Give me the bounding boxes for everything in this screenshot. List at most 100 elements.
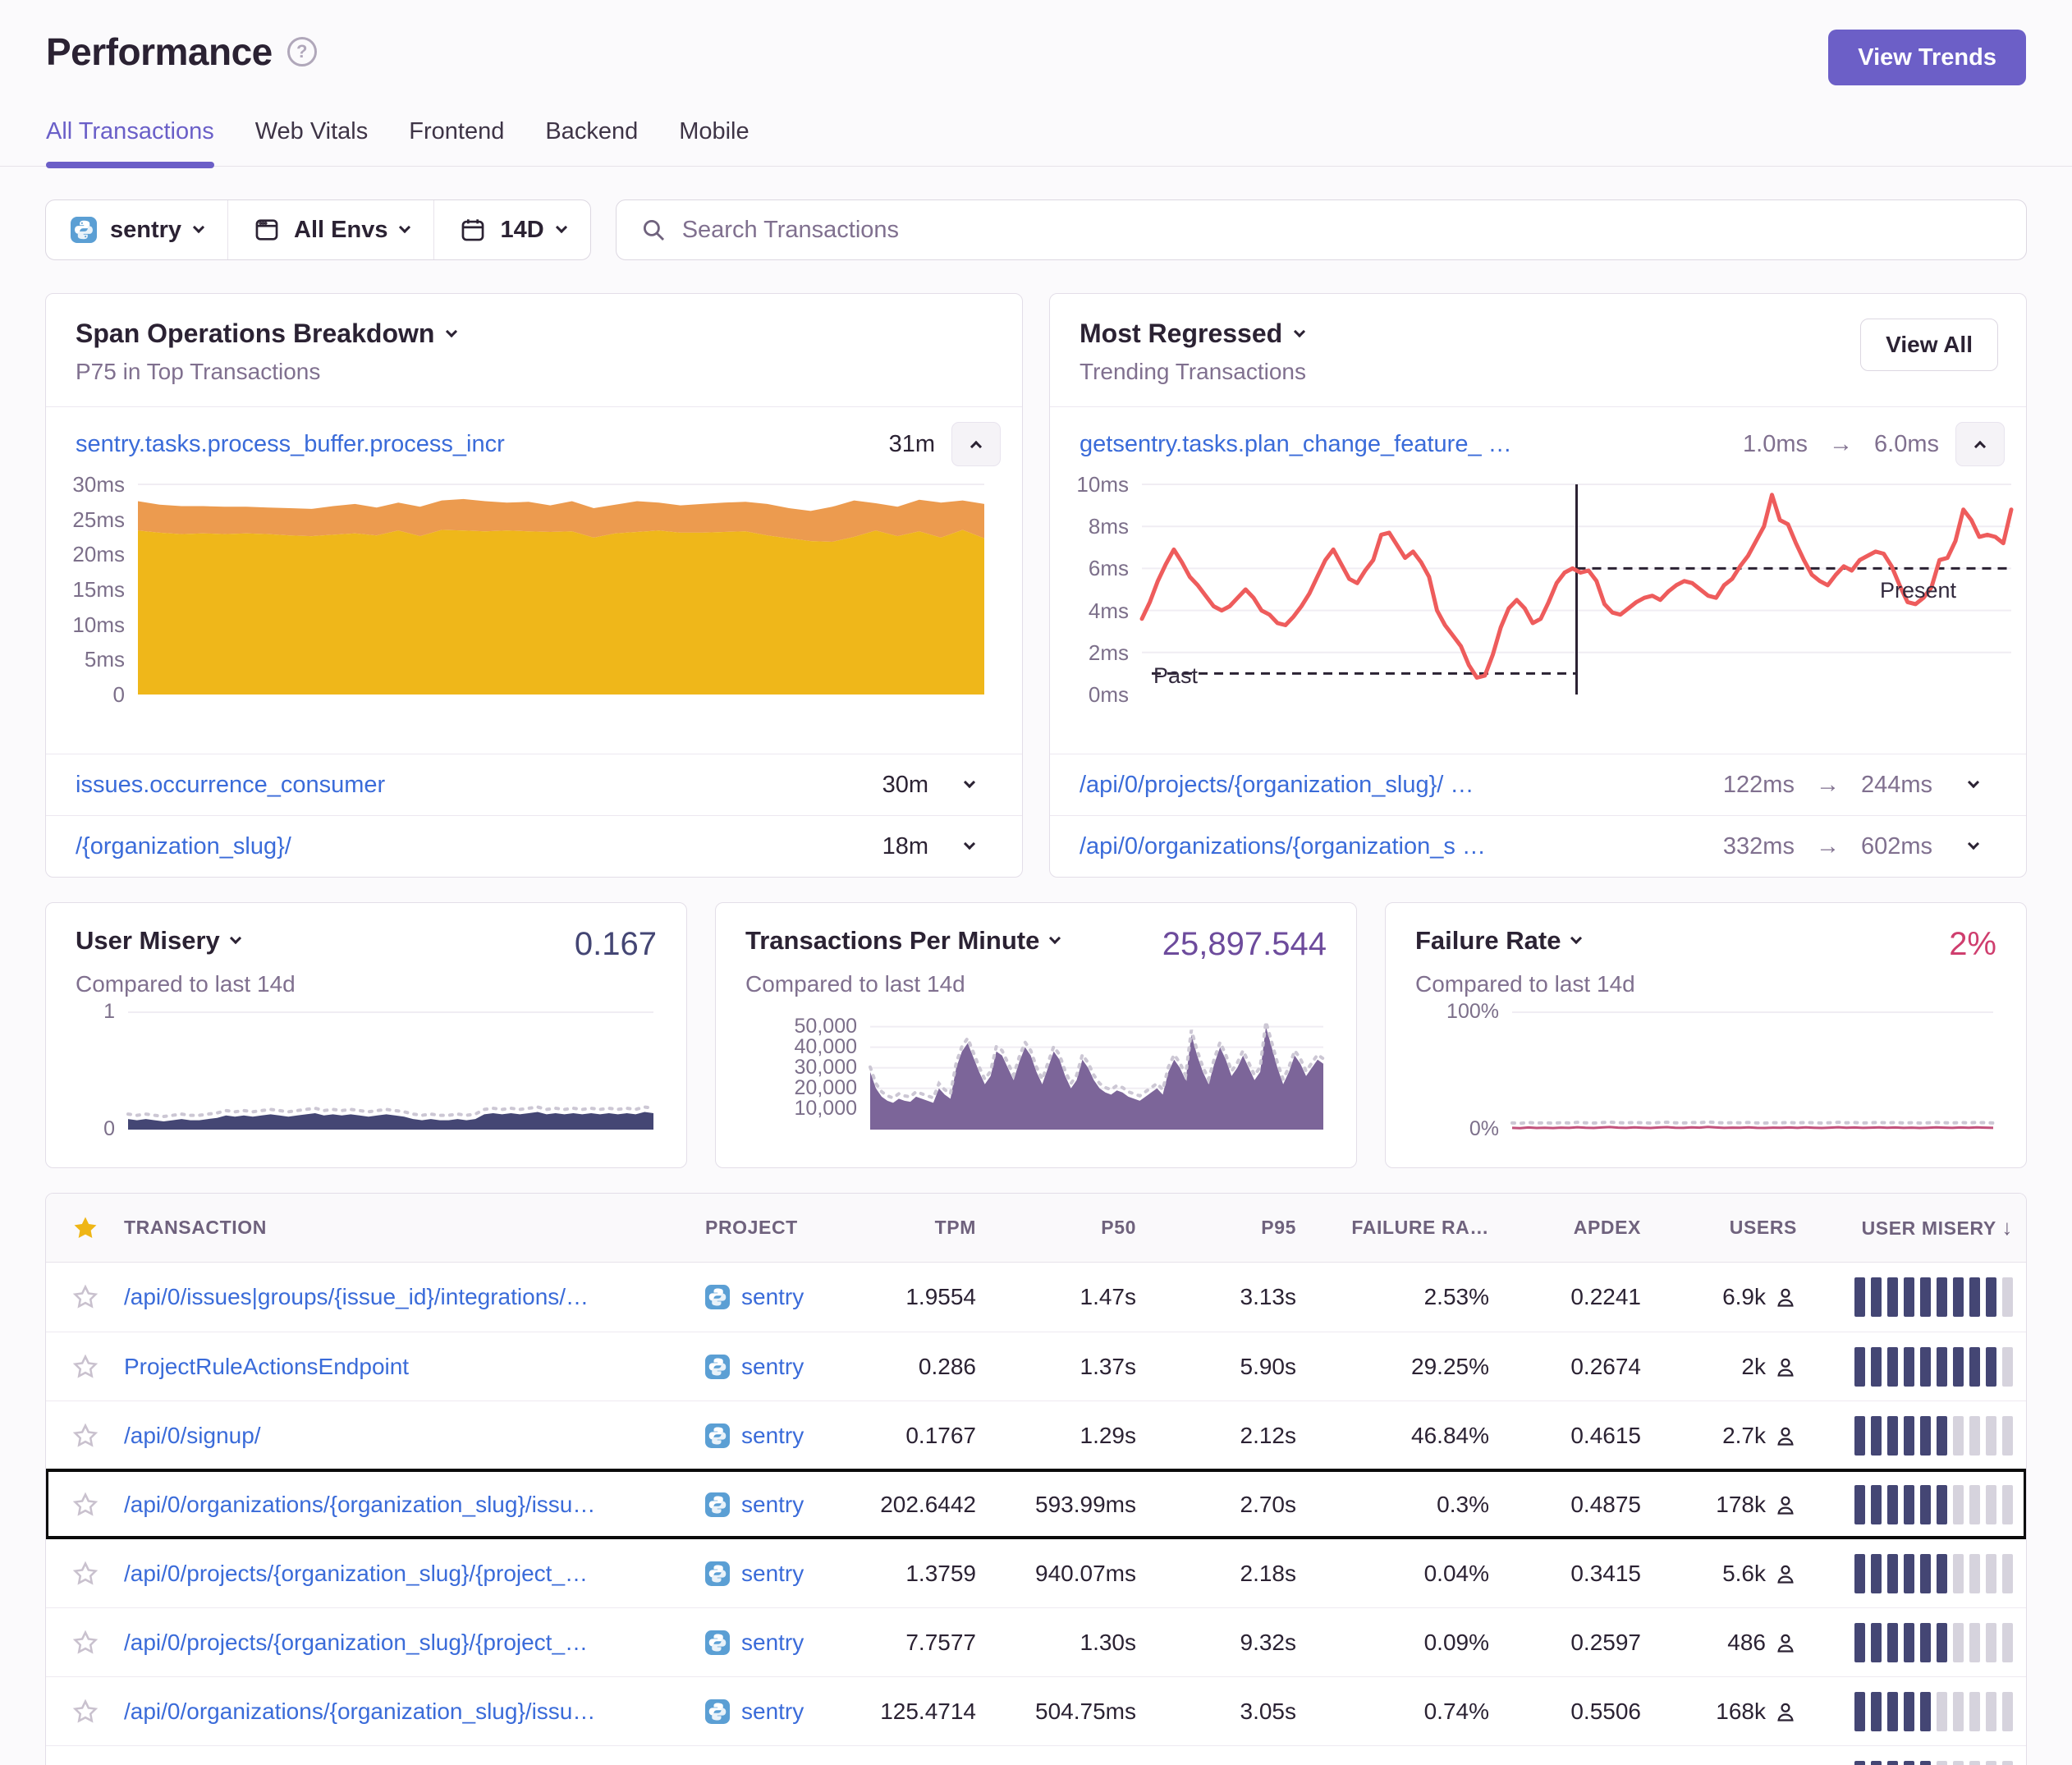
regressed-item-link[interactable]: /api/0/organizations/{organization_s … [1080,833,1707,860]
user-misery-title-dropdown[interactable]: User Misery [76,926,240,956]
span-item-link[interactable]: issues.occurrence_consumer [76,772,866,799]
transactions-table-body: /api/0/issues|groups/{issue_id}/integrat… [46,1263,2026,1765]
column-header-failure-rate[interactable]: FAILURE RA… [1296,1217,1489,1239]
misery-bar [1920,1761,1931,1765]
user-misery-card: User Misery 0.167 Compared to last 14d 1… [45,902,687,1168]
cell-user-misery [1797,1485,2026,1524]
cell-p95: 2.12s [1136,1423,1296,1449]
favorite-star-button[interactable] [46,1422,124,1450]
project-link[interactable]: sentry [741,1284,804,1310]
help-icon[interactable]: ? [287,37,317,66]
favorite-column-header[interactable] [46,1214,124,1242]
transaction-link[interactable]: ProjectRuleActionsEndpoint [124,1354,409,1379]
table-row[interactable]: /api/0/organizations/{organization_slug}… [46,1469,2026,1538]
misery-bar [1871,1623,1882,1662]
table-row[interactable]: ProjectRuleActionsEndpointsentry0.2861.3… [46,1332,2026,1401]
cell-tpm: 0.1767 [853,1423,976,1449]
search-input[interactable] [682,217,2003,244]
failure-rate-title-dropdown[interactable]: Failure Rate [1415,926,1580,956]
span-item-link[interactable]: sentry.tasks.process_buffer.process_incr [76,431,873,458]
search-box[interactable] [616,199,2027,260]
cell-transaction: /api/0/signup/ [124,1423,705,1449]
tab-web-vitals[interactable]: Web Vitals [255,118,369,166]
project-filter[interactable]: sentry [46,200,227,259]
column-header-user-misery[interactable]: USER MISERY ↓ [1797,1215,2026,1240]
column-header-apdex[interactable]: APDEX [1489,1217,1641,1239]
tab-frontend[interactable]: Frontend [409,118,504,166]
expand-button[interactable] [1949,845,1998,848]
expand-button[interactable] [945,845,994,848]
project-link[interactable]: sentry [741,1354,804,1380]
span-operations-breakdown-panel: Span Operations Breakdown P75 in Top Tra… [45,293,1023,878]
present-label: Present [1880,578,1956,603]
misery-bar [1904,1485,1914,1524]
span-item-link[interactable]: /{organization_slug}/ [76,833,866,860]
column-header-p95[interactable]: P95 [1136,1217,1296,1239]
project-link[interactable]: sentry [741,1699,804,1725]
cell-p95: 9.32s [1136,1630,1296,1656]
table-row[interactable]: /api/0/signup/sentry0.17671.29s2.12s46.8… [46,1401,2026,1469]
table-row[interactable]: /api/0/issues|groups/{issue_id}/integrat… [46,1263,2026,1332]
tab-all-transactions[interactable]: All Transactions [46,118,214,166]
table-row[interactable]: /api/0/projects/{organization_slug}/{pro… [46,1607,2026,1676]
most-regressed-title-dropdown[interactable]: Most Regressed [1080,319,1306,349]
cell-tpm: 7.7577 [853,1630,976,1656]
cell-failure-rate: 0.74% [1296,1699,1489,1725]
misery-bar [1904,1761,1914,1765]
column-header-project[interactable]: PROJECT [705,1217,853,1239]
cell-project: sentry [705,1423,853,1449]
transaction-link[interactable]: /api/0/issues|groups/{issue_id}/integrat… [124,1284,589,1309]
tab-backend[interactable]: Backend [545,118,638,166]
span-breakdown-title-dropdown[interactable]: Span Operations Breakdown [76,319,456,349]
favorite-star-button[interactable] [46,1560,124,1588]
regressed-item-link[interactable]: getsentry.tasks.plan_change_feature_ … [1080,431,1726,458]
project-link[interactable]: sentry [741,1492,804,1518]
regressed-to-value: 602ms [1861,833,1932,860]
person-icon [1774,1424,1797,1447]
column-header-p50[interactable]: P50 [976,1217,1136,1239]
tpm-title-dropdown[interactable]: Transactions Per Minute [745,926,1059,956]
transaction-link[interactable]: /api/0/projects/{organization_slug}/{pro… [124,1561,588,1586]
favorite-star-button[interactable] [46,1698,124,1726]
misery-bar [1953,1347,1964,1387]
table-row[interactable]: /api/0/organizations/{organization_slug}… [46,1676,2026,1745]
collapse-button[interactable] [1955,422,2005,466]
misery-bar [1953,1623,1964,1662]
cell-p50: 504.75ms [976,1699,1136,1725]
expand-button[interactable] [945,783,994,786]
project-link[interactable]: sentry [741,1561,804,1587]
favorite-star-button[interactable] [46,1491,124,1519]
filter-bar: sentry All Envs 14D [45,199,2027,260]
cell-transaction: /api/0/projects/{organization_slug}/{pro… [124,1561,705,1587]
misery-bar [1904,1277,1914,1317]
environment-icon [253,216,281,244]
column-header-transaction[interactable]: TRANSACTION [124,1217,705,1239]
view-all-button[interactable]: View All [1860,319,1998,371]
column-header-users[interactable]: USERS [1641,1217,1797,1239]
y-axis-tick: 1 [76,1000,115,1024]
column-header-tpm[interactable]: TPM [853,1217,976,1239]
project-link[interactable]: sentry [741,1423,804,1449]
table-row[interactable]: /api/0/projects/{organization_slug}/{pro… [46,1538,2026,1607]
transaction-link[interactable]: /api/0/organizations/{organization_slug}… [124,1492,595,1517]
project-link[interactable]: sentry [741,1630,804,1656]
view-trends-button[interactable]: View Trends [1828,30,2026,85]
collapse-button[interactable] [951,422,1001,466]
arrow-right-icon: → [1811,772,1845,799]
favorite-star-button[interactable] [46,1629,124,1657]
cell-transaction: /api/0/organizations/{organization_slug}… [124,1492,705,1518]
cell-user-misery [1797,1347,2026,1387]
favorite-star-button[interactable] [46,1283,124,1311]
transaction-link[interactable]: /api/0/organizations/{organization_slug}… [124,1699,595,1724]
python-project-icon [705,1423,730,1448]
expand-button[interactable] [1949,783,1998,786]
transaction-link[interactable]: /api/0/projects/{organization_slug}/{pro… [124,1630,588,1655]
table-row[interactable] [46,1745,2026,1765]
transaction-link[interactable]: /api/0/signup/ [124,1423,261,1448]
tab-mobile[interactable]: Mobile [679,118,749,166]
date-range-filter[interactable]: 14D [433,200,589,259]
regressed-item-link[interactable]: /api/0/projects/{organization_slug}/ … [1080,772,1707,799]
chevron-down-icon [1049,933,1061,944]
favorite-star-button[interactable] [46,1353,124,1381]
environment-filter[interactable]: All Envs [227,200,433,259]
